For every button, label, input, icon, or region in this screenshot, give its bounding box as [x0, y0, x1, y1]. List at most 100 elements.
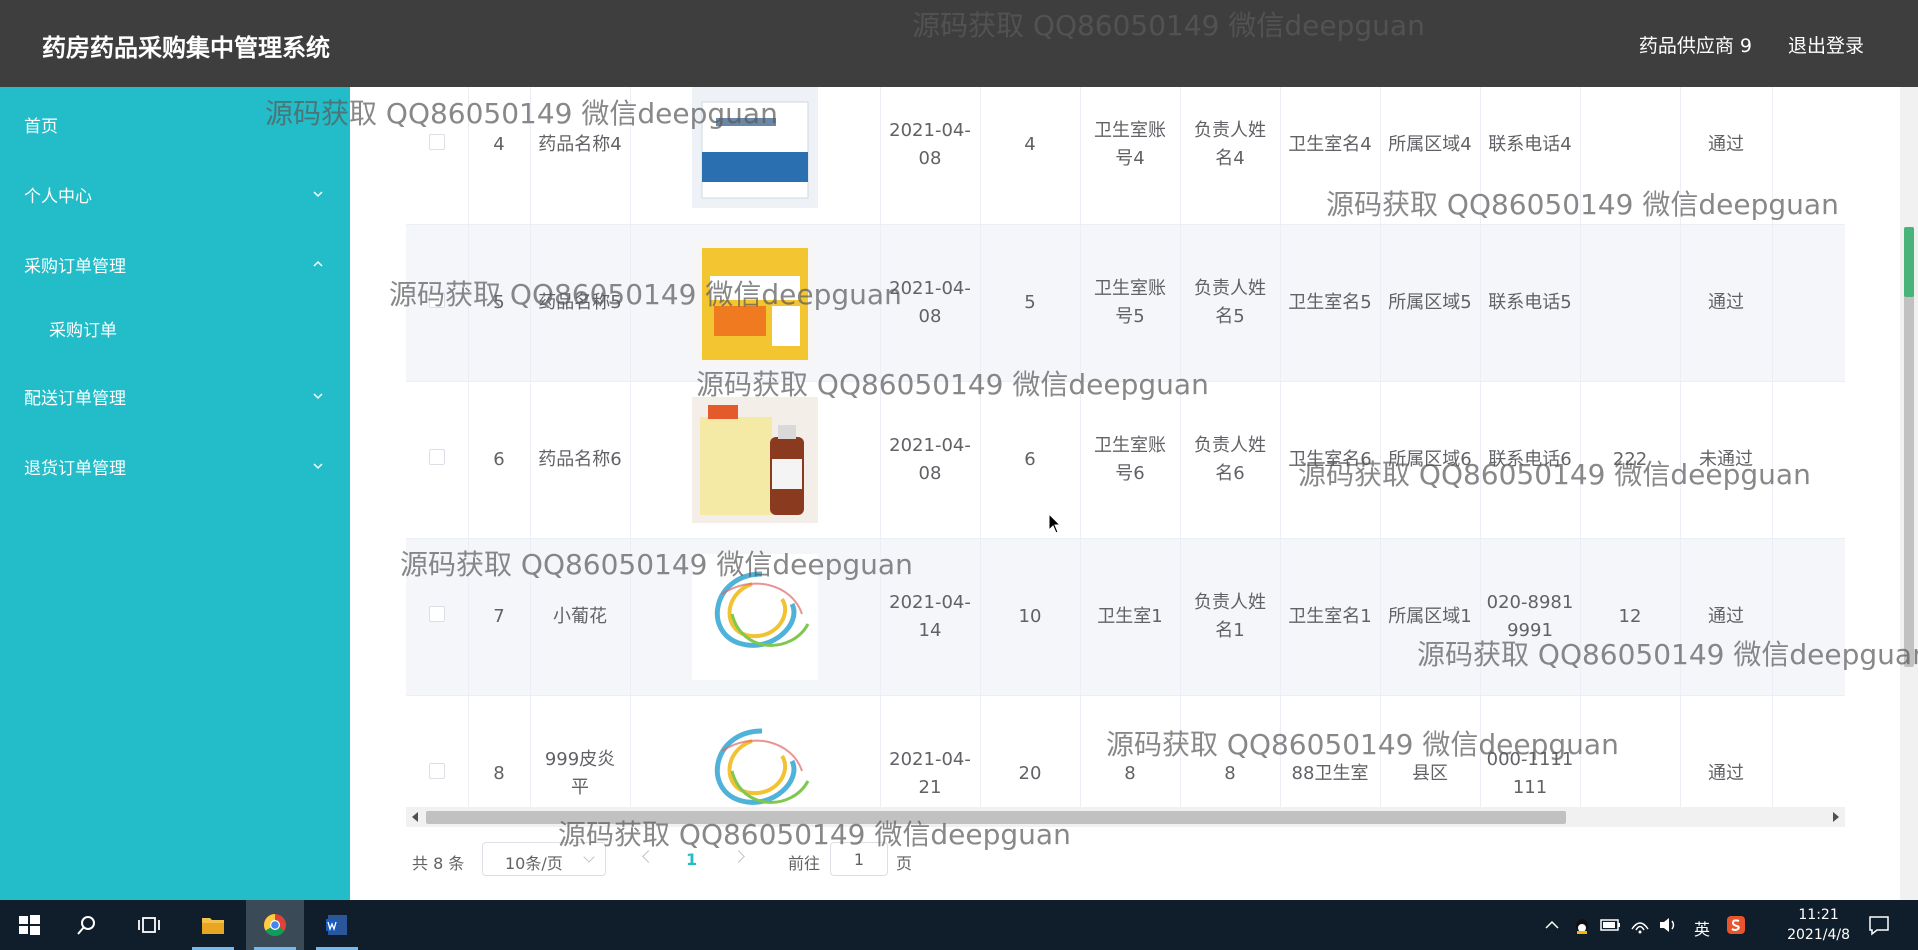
cell-clinic-name: 卫生室名6: [1280, 381, 1381, 539]
goto-label: 前往: [788, 854, 821, 873]
cell-name: 小葡花: [530, 538, 631, 696]
sidebar-item-label: 退货订单管理: [24, 459, 126, 479]
sidebar-item-home[interactable]: 首页: [0, 95, 350, 151]
page-size-value: 10条/页: [505, 854, 563, 873]
logout-link[interactable]: 退出登录: [1788, 31, 1864, 58]
cell-clinic-name: 卫生室名1: [1280, 538, 1381, 696]
cell-manager: 负责人姓名4: [1180, 87, 1281, 225]
cell-index: 4: [468, 87, 531, 225]
chevron-down-icon: [312, 459, 324, 471]
sidebar: 首页 个人中心 采购订单管理 采购订单 配送订单管理 退货订单管理: [0, 87, 350, 900]
row-checkbox[interactable]: [428, 448, 445, 465]
chevron-down-icon: [583, 851, 595, 863]
windows-taskbar: 英 11:21 2021/4/8: [0, 900, 1918, 950]
orders-table-wrapper: 4 药品名称4 2021-04-08 4 卫生室账号4 负责人姓名4 卫生室名4 所属区域4 联…: [406, 87, 1845, 815]
cell-actions: [1772, 695, 1845, 815]
cell-qty: 6: [980, 381, 1081, 539]
table-row: 7 小葡花 2021-04-14 10 卫生室1 负责人姓名1 卫生室名1 所属区域1 020-…: [406, 538, 1845, 696]
cell-phone: 联系电话4: [1480, 87, 1581, 225]
cell-clinic-account: 卫生室账号5: [1080, 224, 1181, 382]
page-size-select[interactable]: 10条/页: [482, 842, 606, 876]
sidebar-item-label: 采购订单: [49, 321, 117, 341]
row-select-cell: [406, 381, 469, 539]
cell-name: 999皮炎平: [530, 695, 631, 815]
drug-image: [692, 87, 818, 209]
scroll-left-arrow-icon[interactable]: [412, 812, 418, 822]
sidebar-item-purchase-orders[interactable]: 采购订单管理: [0, 235, 350, 291]
app-title: 药房药品采购集中管理系统: [42, 34, 330, 62]
cell-date: 2021-04-08: [880, 87, 981, 225]
drug-image: [692, 710, 818, 815]
cell-status: 未通过: [1680, 381, 1773, 539]
system-clock[interactable]: 11:21 2021/4/8: [1787, 905, 1850, 945]
drug-image-cell: [630, 695, 881, 815]
next-page-button[interactable]: [732, 850, 745, 863]
row-checkbox[interactable]: [428, 605, 445, 622]
cell-actions: [1772, 224, 1845, 382]
goto-page-input[interactable]: [830, 842, 888, 876]
sidebar-item-delivery-orders[interactable]: 配送订单管理: [0, 367, 350, 423]
sogou-ime-icon[interactable]: [1726, 915, 1746, 935]
scrollbar-thumb[interactable]: [426, 811, 1566, 824]
chrome-taskbar-button[interactable]: [246, 900, 304, 950]
cell-qty: 4: [980, 87, 1081, 225]
scroll-indicator: [1904, 227, 1914, 297]
sidebar-subitem-purchase-order[interactable]: 采购订单: [0, 299, 350, 355]
vertical-scrollbar[interactable]: [1900, 87, 1918, 900]
cell-index: 5: [468, 224, 531, 382]
word-taskbar-button[interactable]: [308, 900, 366, 950]
cell-index: 8: [468, 695, 531, 815]
page-number-current[interactable]: 1: [686, 850, 697, 869]
chevron-up-icon: [312, 257, 324, 269]
file-explorer-button[interactable]: [184, 900, 242, 950]
ime-indicator[interactable]: 英: [1694, 916, 1710, 940]
row-checkbox[interactable]: [428, 134, 445, 151]
battery-icon[interactable]: [1600, 917, 1622, 933]
mouse-cursor-icon: [1048, 513, 1062, 534]
notification-icon[interactable]: [1868, 914, 1890, 936]
row-select-cell: [406, 224, 469, 382]
task-view-icon: [138, 917, 160, 933]
row-checkbox[interactable]: [428, 762, 445, 779]
cell-reply: 12: [1580, 538, 1681, 696]
taskbar-search-button[interactable]: [58, 900, 116, 950]
task-view-button[interactable]: [120, 900, 178, 950]
cell-qty: 10: [980, 538, 1081, 696]
cell-region: 所属区域5: [1380, 224, 1481, 382]
cell-status: 通过: [1680, 538, 1773, 696]
chevron-up-icon[interactable]: [1544, 917, 1560, 933]
cell-name: 药品名称4: [530, 87, 631, 225]
current-user[interactable]: 药品供应商 9: [1639, 31, 1752, 58]
row-checkbox[interactable]: [428, 291, 445, 308]
orders-table: 4 药品名称4 2021-04-08 4 卫生室账号4 负责人姓名4 卫生室名4 所属区域4 联…: [406, 87, 1845, 815]
scroll-right-arrow-icon[interactable]: [1833, 812, 1839, 822]
sidebar-item-label: 配送订单管理: [24, 389, 126, 409]
prev-page-button[interactable]: [642, 850, 655, 863]
table-row: 8 999皮炎平 2021-04-21 20 8 8 88卫生室 县区 000-1111111 通…: [406, 695, 1845, 815]
row-select-cell: [406, 695, 469, 815]
start-button[interactable]: [0, 900, 58, 950]
cell-phone: 020-89819991: [1480, 538, 1581, 696]
sidebar-item-label: 个人中心: [24, 187, 92, 207]
cell-clinic-account: 卫生室1: [1080, 538, 1181, 696]
windows-logo-icon: [19, 915, 40, 935]
cell-index: 7: [468, 538, 531, 696]
cell-region: 县区: [1380, 695, 1481, 815]
sidebar-item-profile[interactable]: 个人中心: [0, 165, 350, 221]
cell-actions: [1772, 87, 1845, 225]
pagination-total: 共 8 条: [412, 854, 465, 873]
row-select-cell: [406, 87, 469, 225]
drug-image-cell: [630, 538, 881, 696]
table-row: 4 药品名称4 2021-04-08 4 卫生室账号4 负责人姓名4 卫生室名4 所属区域4 联…: [406, 87, 1845, 225]
network-icon[interactable]: [1630, 915, 1650, 935]
cell-clinic-name: 卫生室名4: [1280, 87, 1381, 225]
top-header: 药房药品采购集中管理系统 药品供应商 9 退出登录: [0, 0, 1918, 87]
volume-icon[interactable]: [1658, 915, 1678, 935]
sidebar-item-return-orders[interactable]: 退货订单管理: [0, 437, 350, 493]
cell-reply: [1580, 224, 1681, 382]
cell-status: 通过: [1680, 87, 1773, 225]
goto-unit: 页: [896, 854, 913, 873]
cell-reply: 222: [1580, 381, 1681, 539]
qq-tray-icon[interactable]: [1572, 915, 1592, 935]
horizontal-scrollbar[interactable]: [406, 807, 1845, 827]
